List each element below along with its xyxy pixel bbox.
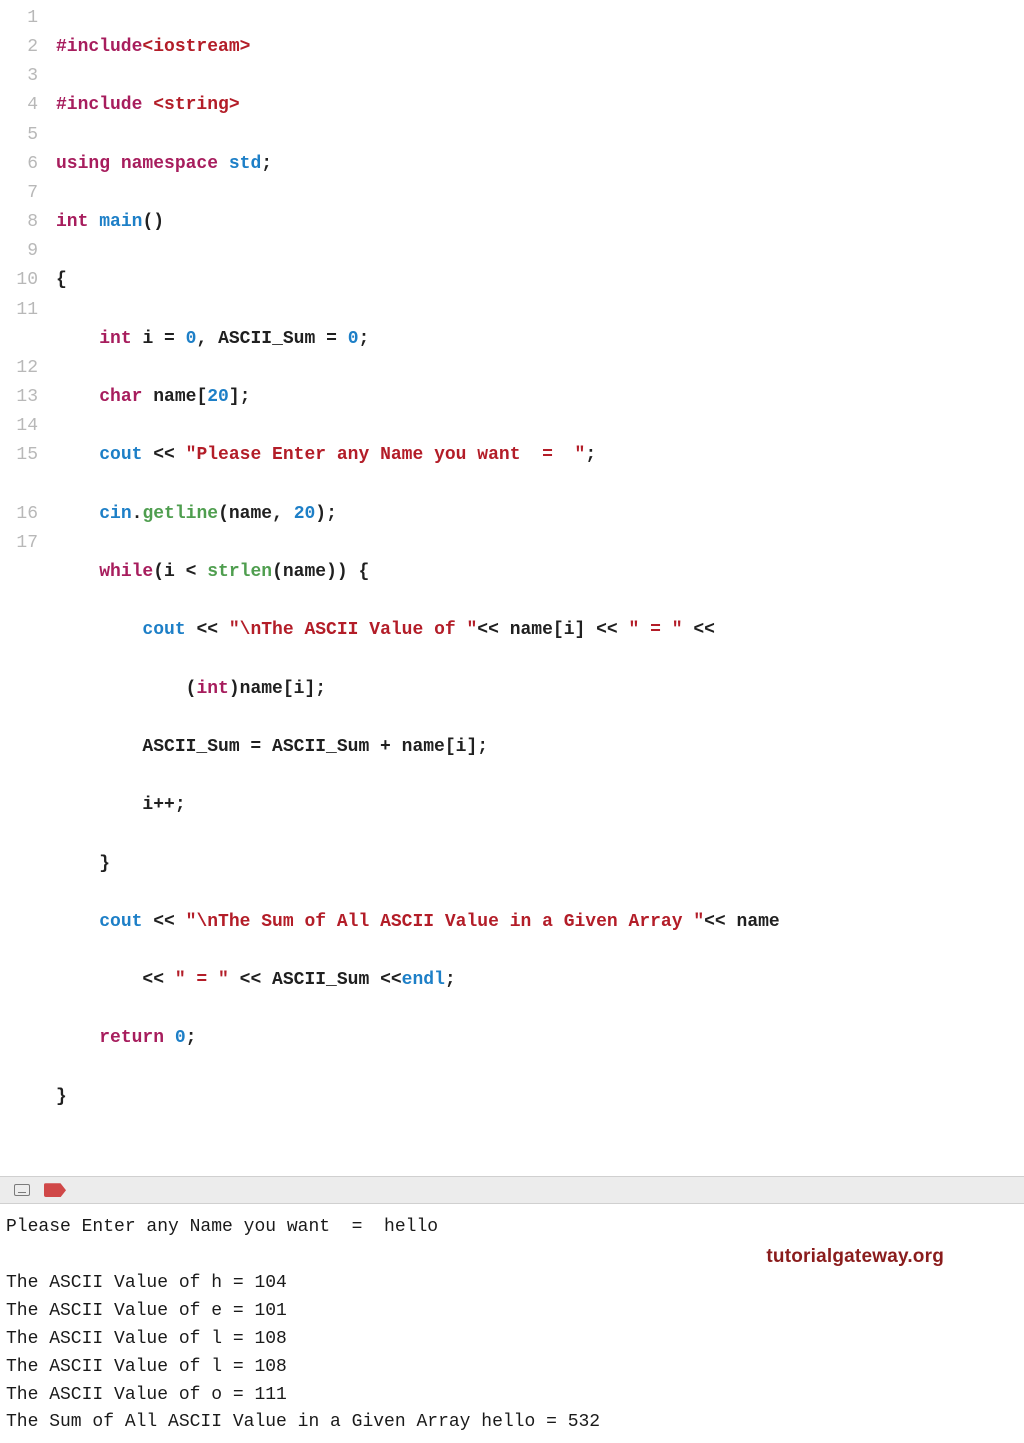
- indent: [56, 1028, 99, 1048]
- brace: }: [56, 1087, 67, 1107]
- function-call: strlen: [207, 562, 272, 582]
- keyword: char: [99, 387, 153, 407]
- line-number: 4: [0, 91, 38, 120]
- line-number: 14: [0, 412, 38, 441]
- number: 0: [175, 1028, 186, 1048]
- punct: ;: [359, 329, 370, 349]
- line-number: 8: [0, 208, 38, 237]
- text: , ASCII_Sum =: [196, 329, 347, 349]
- line-number: 11: [0, 296, 38, 325]
- string: " = ": [629, 620, 683, 640]
- number: 20: [294, 504, 316, 524]
- indent: [56, 387, 99, 407]
- number: 20: [207, 387, 229, 407]
- panel-icon[interactable]: [14, 1184, 30, 1196]
- indent: [56, 445, 99, 465]
- line-number: 15: [0, 441, 38, 470]
- line-number: 16: [0, 500, 38, 529]
- line-number: 7: [0, 179, 38, 208]
- function-name: main: [99, 212, 142, 232]
- line-number: 13: [0, 383, 38, 412]
- text: (name,: [218, 504, 294, 524]
- text: (i <: [153, 562, 207, 582]
- op: <<: [153, 912, 185, 932]
- keyword: namespace: [121, 154, 229, 174]
- code-editor: 1 2 3 4 5 6 7 8 9 10 11 12 13 14 15 16 1…: [0, 0, 1024, 1176]
- identifier: cout: [142, 620, 196, 640]
- line-number: 3: [0, 62, 38, 91]
- text: ASCII_Sum = ASCII_Sum + name[i];: [56, 737, 488, 757]
- line-number: 9: [0, 237, 38, 266]
- line-number-gutter: 1 2 3 4 5 6 7 8 9 10 11 12 13 14 15 16 1…: [0, 4, 56, 1170]
- code-area[interactable]: #include<iostream> #include <string> usi…: [56, 4, 1024, 1170]
- keyword: using: [56, 154, 121, 174]
- keyword: return: [99, 1028, 175, 1048]
- punct: ;: [445, 970, 456, 990]
- punct: ];: [229, 387, 251, 407]
- function-call: getline: [142, 504, 218, 524]
- punct: );: [315, 504, 337, 524]
- line-number: 2: [0, 33, 38, 62]
- line-number: 1: [0, 4, 38, 33]
- brace: }: [56, 854, 110, 874]
- string: "Please Enter any Name you want = ": [186, 445, 586, 465]
- string: " = ": [175, 970, 229, 990]
- text: name[: [153, 387, 207, 407]
- console-toolbar: [0, 1176, 1024, 1204]
- identifier: endl: [402, 970, 445, 990]
- line-number: [0, 325, 38, 354]
- identifier: cout: [99, 912, 153, 932]
- keyword: int: [56, 212, 99, 232]
- line-number: 10: [0, 266, 38, 295]
- line-number: 6: [0, 150, 38, 179]
- indent: <<: [56, 970, 175, 990]
- keyword: int: [99, 329, 142, 349]
- line-number: [0, 471, 38, 500]
- text: )name[i];: [229, 679, 326, 699]
- text: << ASCII_Sum <<: [229, 970, 402, 990]
- text: << name[i] <<: [477, 620, 628, 640]
- preprocessor: #include: [56, 37, 142, 57]
- indent: [56, 504, 99, 524]
- line-number: 5: [0, 121, 38, 150]
- identifier: std: [229, 154, 261, 174]
- indent: [56, 912, 99, 932]
- op: .: [132, 504, 143, 524]
- indent: [56, 562, 99, 582]
- text: i++;: [56, 795, 186, 815]
- string: "\nThe Sum of All ASCII Value in a Given…: [186, 912, 704, 932]
- number: 0: [348, 329, 359, 349]
- text: << name: [704, 912, 780, 932]
- punct: (): [142, 212, 164, 232]
- identifier: cin: [99, 504, 131, 524]
- include-target: <string>: [153, 95, 239, 115]
- preprocessor: #include: [56, 95, 153, 115]
- line-number: 17: [0, 529, 38, 558]
- console-output[interactable]: Please Enter any Name you want = hello T…: [0, 1204, 1024, 1443]
- line-number: 12: [0, 354, 38, 383]
- text: i =: [142, 329, 185, 349]
- brace: {: [56, 270, 67, 290]
- identifier: cout: [99, 445, 153, 465]
- keyword: while: [99, 562, 153, 582]
- punct: ;: [261, 154, 272, 174]
- keyword: int: [196, 679, 228, 699]
- include-target: <iostream>: [142, 37, 250, 57]
- punct: ;: [186, 1028, 197, 1048]
- op: <<: [153, 445, 185, 465]
- indent: [56, 620, 142, 640]
- number: 0: [186, 329, 197, 349]
- text: (name)) {: [272, 562, 369, 582]
- indent: [56, 329, 99, 349]
- op: <<: [196, 620, 228, 640]
- indent: (: [56, 679, 196, 699]
- op: <<: [683, 620, 715, 640]
- tag-icon[interactable]: [44, 1183, 66, 1197]
- watermark-text: tutorialgateway.org: [766, 1242, 944, 1271]
- punct: ;: [585, 445, 596, 465]
- string: "\nThe ASCII Value of ": [229, 620, 477, 640]
